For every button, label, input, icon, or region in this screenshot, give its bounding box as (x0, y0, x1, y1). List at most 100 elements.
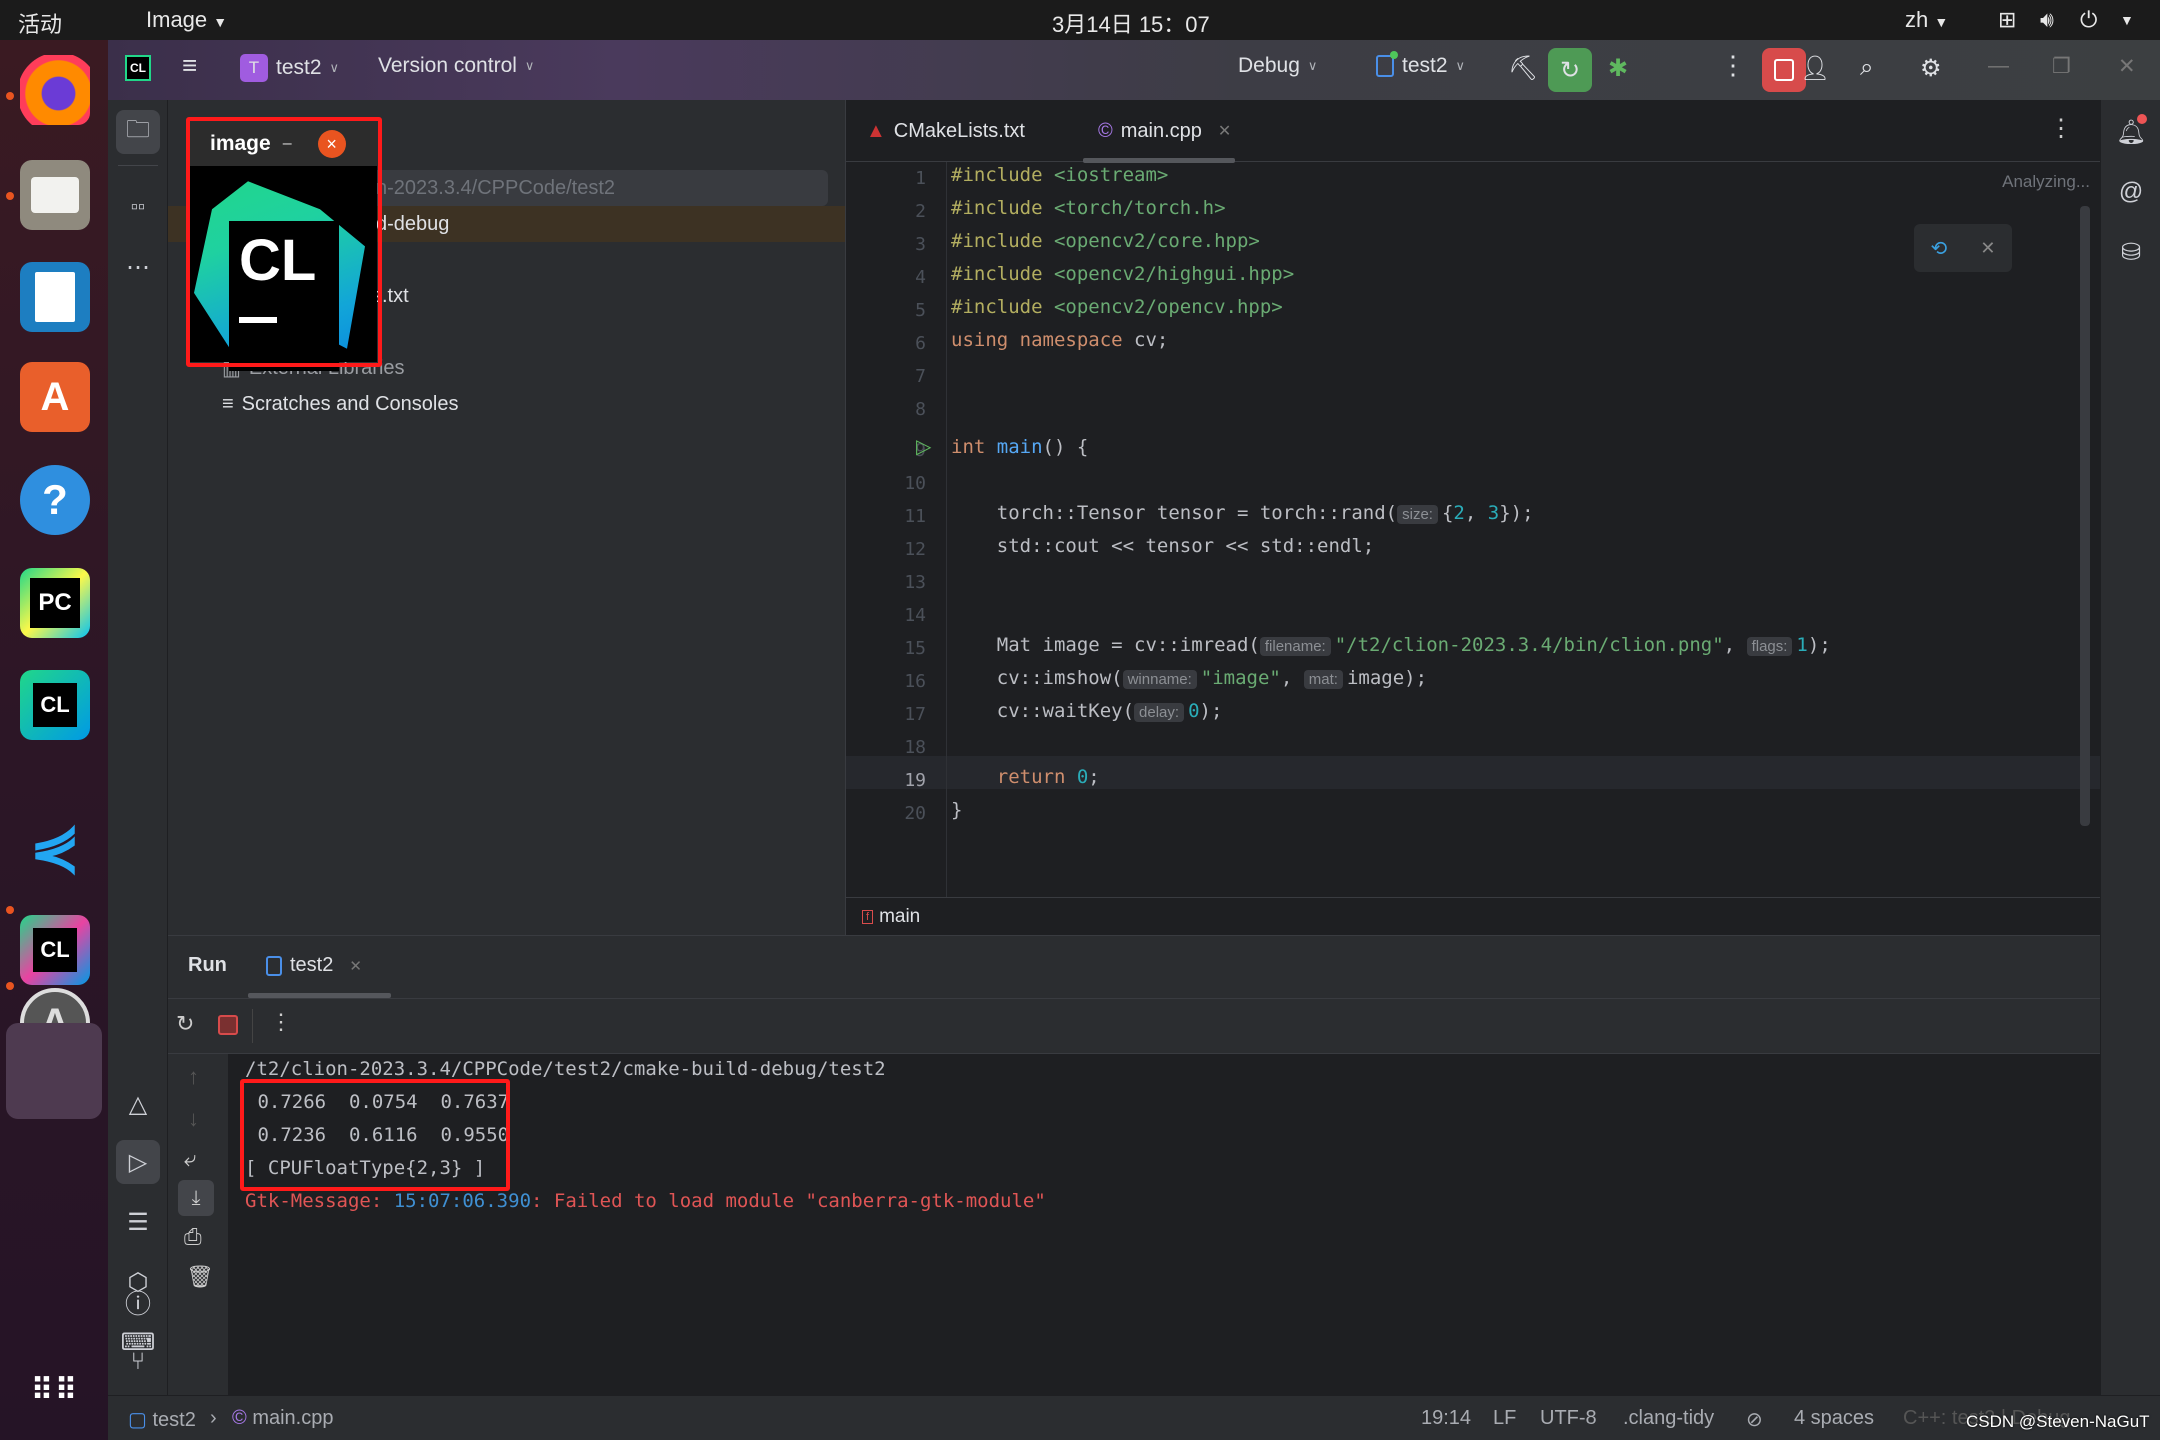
tree-item-scratches[interactable]: ≡ Scratches and Consoles (168, 386, 845, 422)
volume-icon[interactable]: 🔊︎ (2040, 7, 2054, 33)
caret-position[interactable]: 19:14 (1421, 1407, 1471, 1430)
scroll-up-icon[interactable]: ↑ (188, 1064, 199, 1090)
code-line[interactable]: return 0; (951, 766, 1100, 788)
system-menu-chevron-icon[interactable]: ▼ (2120, 12, 2134, 28)
file-encoding[interactable]: UTF-8 (1540, 1407, 1597, 1430)
breadcrumb-main[interactable]: main (879, 906, 920, 928)
code-line[interactable]: #include <opencv2/opencv.hpp> (951, 296, 1283, 318)
debug-bug-icon[interactable]: ✱ (1608, 54, 1628, 83)
stop-icon[interactable] (218, 1015, 238, 1035)
dock-firefox[interactable] (20, 55, 90, 125)
build-config-selector[interactable]: Debug ∨ (1238, 54, 1317, 78)
linter-config[interactable]: .clang-tidy (1623, 1407, 1714, 1430)
print-icon[interactable]: ⎙ (184, 1224, 202, 1250)
more-options-icon[interactable]: ⋮ (270, 1009, 292, 1035)
tab-main-cpp[interactable]: © main.cpp ✕ (1098, 100, 1231, 162)
code-line[interactable]: cv::waitKey(delay: 0); (951, 700, 1222, 722)
close-tab-icon[interactable]: ✕ (1218, 121, 1231, 141)
dock-files[interactable] (20, 160, 90, 230)
network-icon[interactable]: ⊞ (1998, 7, 2016, 33)
code-line[interactable]: cv::imshow(winname: "image", mat: image); (951, 667, 1427, 689)
run-tool-icon[interactable]: ▷ (116, 1140, 160, 1184)
code-token: , (1280, 667, 1304, 689)
power-icon[interactable]: ⏻ (2080, 7, 2097, 33)
run-tab-test2[interactable]: test2 ✕ (266, 954, 362, 977)
status-file[interactable]: © main.cpp (232, 1407, 333, 1430)
scroll-to-end-icon[interactable]: ⤓ (178, 1180, 214, 1216)
close-window-icon[interactable]: ✕ (2118, 54, 2136, 79)
more-actions-icon[interactable]: ⋮ (1720, 50, 1746, 81)
close-tab-icon[interactable]: ✕ (349, 957, 362, 975)
app-window-icon (1376, 51, 1398, 77)
trash-icon[interactable]: 🗑︎ (186, 1264, 214, 1290)
show-apps-button[interactable]: ⠿⠿ (20, 1355, 90, 1425)
tab-cmakelists[interactable]: ▲ CMakeLists.txt (866, 100, 1025, 162)
project-tool-folder-icon[interactable]: 🗀 (116, 110, 160, 154)
code-line[interactable]: #include <iostream> (951, 164, 1168, 186)
rerun-button[interactable]: ↻ (1548, 48, 1592, 92)
git-branch-icon[interactable]: ⑂ (116, 1340, 160, 1384)
code-line[interactable]: std::cout << tensor << std::endl; (951, 535, 1375, 557)
dock-image-window[interactable] (6, 1023, 102, 1119)
tab-label: main.cpp (1120, 119, 1202, 142)
code-line[interactable]: #include <opencv2/highgui.hpp> (951, 263, 1294, 285)
problems-icon[interactable]: ⓘ (116, 1280, 160, 1324)
code-line[interactable]: #include <torch/torch.h> (951, 197, 1226, 219)
code-line[interactable]: using namespace cv; (951, 329, 1168, 351)
rerun-icon[interactable]: ↻ (176, 1011, 194, 1037)
project-selector[interactable]: Ttest2 ∨ (240, 54, 339, 82)
todo-icon[interactable]: ☰ (116, 1200, 160, 1244)
app-menu-label: Image (146, 7, 208, 32)
clion-icon: CL (33, 683, 77, 727)
status-project[interactable]: ▢ test2 (128, 1407, 196, 1432)
notifications-bell-icon[interactable]: 🔔︎ (2109, 110, 2153, 154)
tab-options-icon[interactable]: ⋮ (2049, 114, 2073, 143)
code-line[interactable]: int main() { (951, 436, 1088, 458)
minimize-window-icon[interactable]: — (1988, 54, 2009, 78)
line-number: 14 (904, 605, 926, 626)
code-line[interactable]: #include <opencv2/core.hpp> (951, 230, 1260, 252)
more-tools-icon[interactable]: ⋯ (116, 245, 160, 289)
dock-vscode[interactable]: ⋞ (20, 812, 90, 882)
status-bar: ▢ test2 › © main.cpp 19:14 LF UTF-8 .cla… (108, 1395, 2160, 1440)
activities-button[interactable]: 活动 (18, 7, 62, 39)
line-separator[interactable]: LF (1493, 1407, 1516, 1430)
readonly-toggle-icon[interactable]: ⊘ (1746, 1407, 1763, 1432)
code-line[interactable]: } (951, 799, 962, 821)
clion-logo[interactable]: CL (125, 55, 151, 81)
run-target-selector[interactable]: test2 ∨ (1376, 51, 1465, 78)
soft-wrap-icon[interactable]: ⤶ (184, 1146, 196, 1172)
database-icon[interactable]: ⛁ (2109, 230, 2153, 274)
tree-root-path[interactable]: n-2023.3.4/CPPCode/test2 (368, 170, 828, 206)
ai-assistant-icon[interactable]: @ (2109, 170, 2153, 214)
close-popup-icon[interactable]: ✕ (1980, 238, 1995, 259)
code-line[interactable]: torch::Tensor tensor = torch::rand(size:… (951, 502, 1534, 524)
clock[interactable]: 3月14日 15：07 (1052, 7, 1210, 39)
scroll-down-icon[interactable]: ↓ (188, 1106, 199, 1132)
indent-setting[interactable]: 4 spaces (1794, 1407, 1874, 1430)
divider (118, 165, 158, 166)
cmake-icon[interactable]: △ (116, 1082, 160, 1126)
dock-software[interactable]: A (20, 362, 90, 432)
dock-clion[interactable]: CL (20, 670, 90, 740)
main-menu-icon[interactable]: ≡ (182, 50, 197, 81)
search-icon[interactable]: ⌕ (1860, 54, 1873, 82)
language-menu[interactable]: zh ▼ (1905, 7, 1948, 33)
editor-scrollbar[interactable] (2080, 206, 2090, 826)
run-gutter-play-icon[interactable]: ▷ (916, 434, 931, 459)
code-with-me-icon[interactable]: 👤︎ (1800, 54, 1830, 83)
app-menu[interactable]: Image ▼ (146, 7, 227, 33)
settings-gear-icon[interactable]: ⚙ (1920, 54, 1942, 83)
dock-clion-running[interactable]: CL (20, 915, 90, 985)
structure-icon[interactable]: ▫▫ (116, 185, 160, 229)
cmake-reload-icon[interactable]: ⟲ (1931, 236, 1948, 261)
code-line[interactable]: Mat image = cv::imread(filename: "/t2/cli… (951, 634, 1831, 656)
dock-pycharm[interactable]: PC (20, 568, 90, 638)
code-token: } (951, 799, 963, 821)
code-token: <iostream> (1053, 164, 1169, 186)
restore-window-icon[interactable]: ❐ (2052, 54, 2071, 79)
dock-help[interactable]: ? (20, 465, 90, 535)
build-hammer-icon[interactable]: ⛏ (1508, 54, 1538, 83)
dock-writer[interactable] (20, 262, 90, 332)
vcs-menu[interactable]: Version control ∨ (378, 54, 534, 78)
